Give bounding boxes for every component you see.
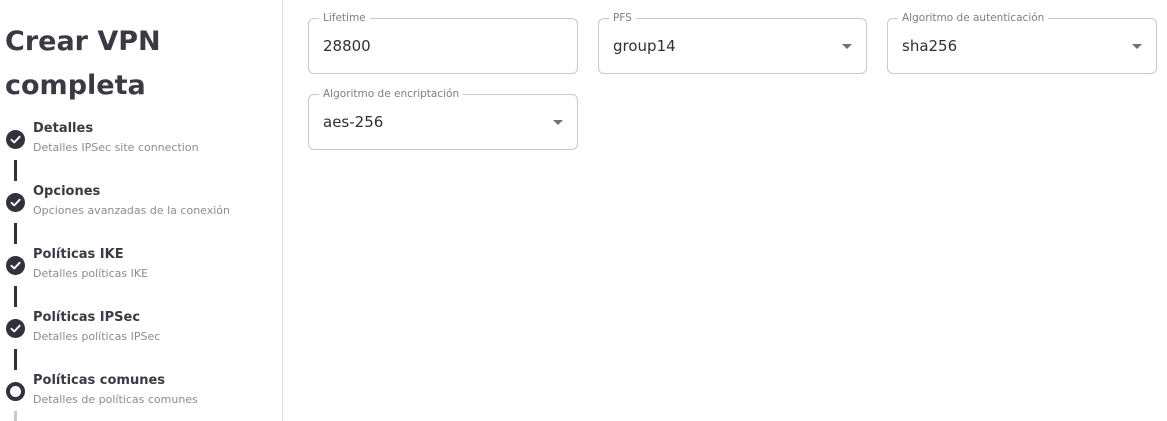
step-connector: [14, 223, 17, 244]
page-title: Crear VPN completa: [5, 26, 161, 101]
pfs-label: PFS: [609, 11, 636, 25]
step-politicas-ike[interactable]: Políticas IKE Detalles políticas IKE: [0, 247, 282, 294]
encryption-algorithm-value: aes-256: [323, 113, 384, 131]
auth-algorithm-value: sha256: [902, 37, 958, 55]
step-subtitle: Detalles de políticas comunes: [33, 393, 198, 406]
chevron-down-icon[interactable]: [1132, 44, 1142, 49]
step-connector: [14, 411, 17, 421]
step-subtitle: Detalles políticas IPSec: [33, 330, 161, 343]
step-connector: [14, 160, 17, 181]
chevron-down-icon[interactable]: [553, 120, 563, 125]
step-title: Detalles: [33, 121, 94, 136]
pfs-value: group14: [613, 37, 676, 55]
step-title: Opciones: [33, 184, 101, 199]
chevron-down-icon[interactable]: [842, 44, 852, 49]
step-subtitle: Detalles IPSec site connection: [33, 141, 199, 154]
lifetime-input[interactable]: [323, 36, 553, 56]
encryption-algorithm-select[interactable]: Algoritmo de encriptación aes-256: [308, 87, 578, 150]
encryption-algorithm-label: Algoritmo de encriptación: [319, 87, 464, 101]
step-politicas-ipsec[interactable]: Políticas IPSec Detalles políticas IPSec: [0, 310, 282, 357]
step-connector: [14, 286, 17, 307]
step-title: Políticas comunes: [33, 373, 166, 388]
step-opciones[interactable]: Opciones Opciones avanzadas de la conexi…: [0, 184, 282, 231]
pfs-select[interactable]: PFS group14: [598, 11, 867, 74]
check-circle-icon: [6, 130, 25, 149]
step-subtitle: Detalles políticas IKE: [33, 267, 149, 280]
step-detalles[interactable]: Detalles Detalles IPSec site connection: [0, 121, 282, 168]
step-title: Políticas IKE: [33, 247, 124, 262]
step-connector: [14, 349, 17, 370]
current-step-circle-icon: [6, 382, 25, 401]
auth-algorithm-label: Algoritmo de autenticación: [898, 11, 1049, 25]
step-politicas-comunes[interactable]: Políticas comunes Detalles de políticas …: [0, 373, 282, 420]
check-circle-icon: [6, 256, 25, 275]
lifetime-label: Lifetime: [319, 11, 370, 25]
auth-algorithm-select[interactable]: Algoritmo de autenticación sha256: [887, 11, 1157, 74]
step-subtitle: Opciones avanzadas de la conexión: [33, 204, 231, 217]
lifetime-field[interactable]: Lifetime: [308, 11, 578, 74]
check-circle-icon: [6, 193, 25, 212]
stepper-sidebar: Crear VPN completa Detalles Detalles IPS…: [0, 0, 283, 421]
check-circle-icon: [6, 319, 25, 338]
step-title: Políticas IPSec: [33, 310, 141, 325]
